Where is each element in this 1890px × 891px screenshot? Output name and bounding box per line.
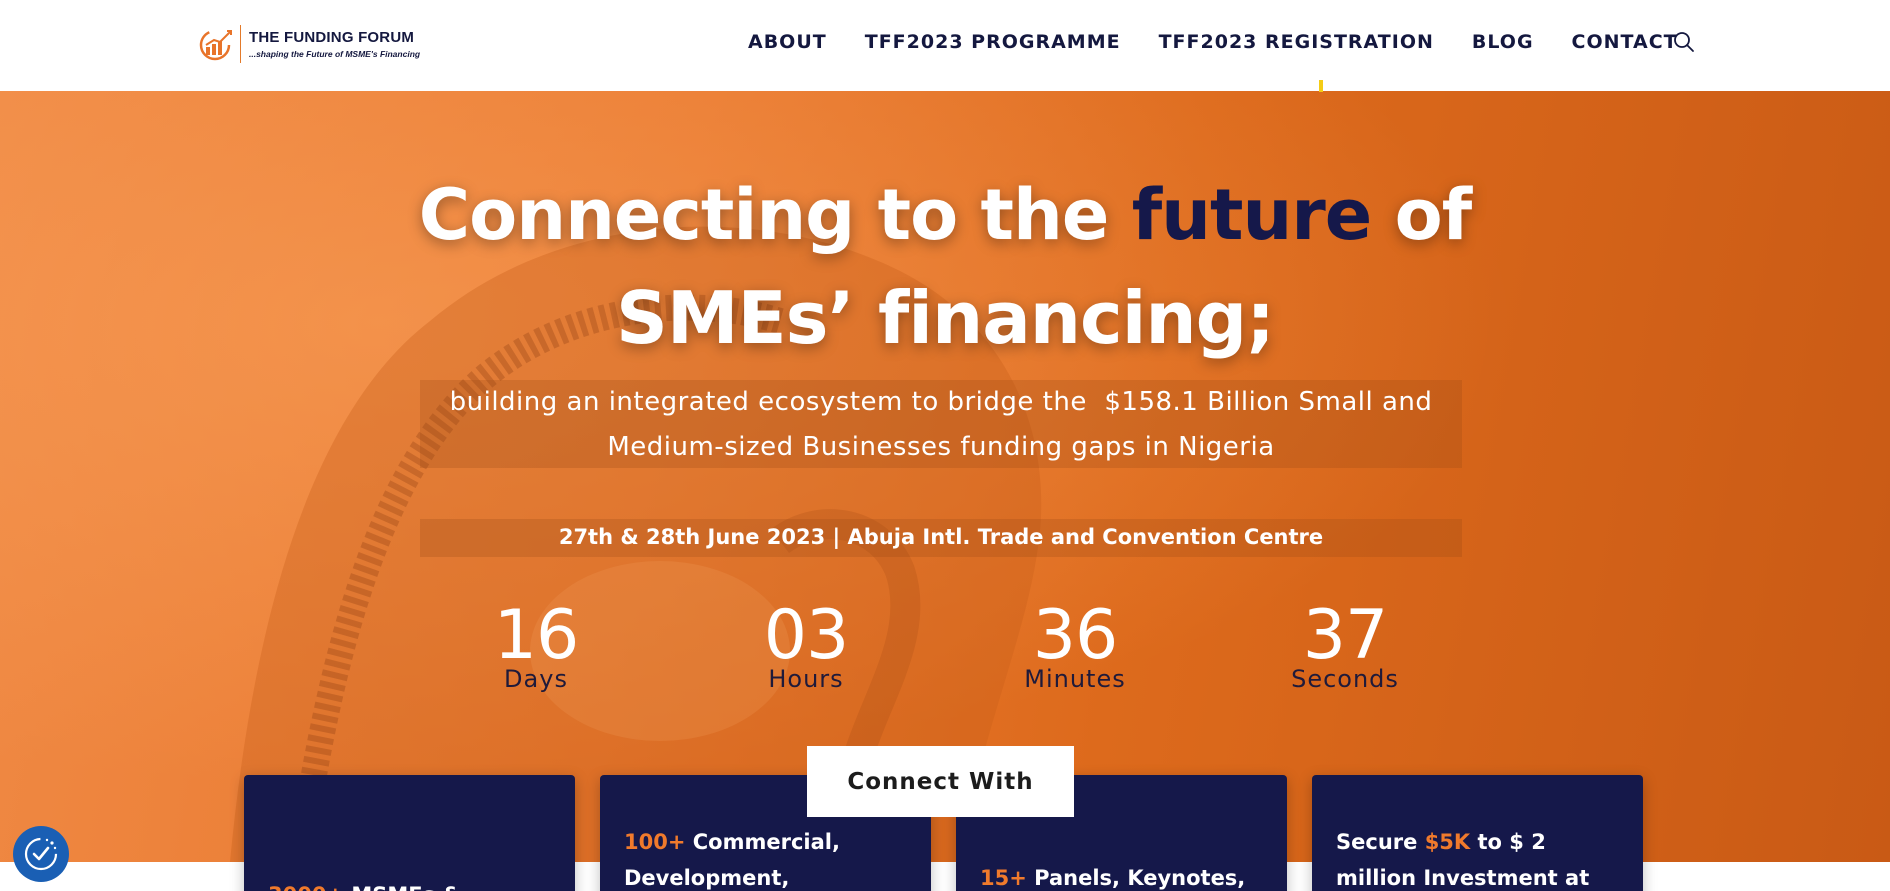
headline-accent: future xyxy=(1131,174,1373,256)
card-body: Panels, Keynotes, xyxy=(1026,866,1246,890)
feature-card-msmes[interactable]: 3000+ MSMEs & xyxy=(244,775,575,891)
card-highlight: $5K xyxy=(1424,830,1471,854)
subtitle-line1: building an integrated ecosystem to brid… xyxy=(449,387,1433,417)
hero-subtitle: building an integrated ecosystem to brid… xyxy=(420,380,1462,470)
event-info: 27th & 28th June 2023 | Abuja Intl. Trad… xyxy=(558,525,1324,549)
hero-headline-line1: Connecting to the future of xyxy=(0,174,1890,256)
countdown-seconds: 37 Seconds xyxy=(1245,596,1445,694)
cookie-consent-icon[interactable] xyxy=(13,826,69,882)
nav-blog[interactable]: BLOG xyxy=(1472,31,1534,53)
card-body: MSMEs & xyxy=(344,883,460,891)
card-prefix: Secure xyxy=(1336,830,1425,854)
hero-headline-line2: SMEs’ financing; xyxy=(615,276,1275,360)
feature-card-investment[interactable]: Secure $5K to $ 2 million Investment at xyxy=(1312,775,1643,891)
card-text: 100+ Commercial, Development, xyxy=(624,824,914,891)
minutes-value: 36 xyxy=(1032,596,1119,675)
card-highlight: 3000+ xyxy=(268,883,344,891)
nav-programme[interactable]: TFF2023 PROGRAMME xyxy=(865,31,1121,53)
card-text: Secure $5K to $ 2 million Investment at xyxy=(1336,824,1626,891)
search-icon[interactable] xyxy=(1672,30,1696,54)
card-highlight: 100+ xyxy=(624,830,686,854)
logo-chart-icon xyxy=(198,25,236,63)
nav-active-indicator xyxy=(1319,80,1323,92)
card-text: 15+ Panels, Keynotes, xyxy=(980,860,1270,891)
nav-contact[interactable]: CONTACT xyxy=(1572,31,1678,53)
countdown-minutes: 36 Minutes xyxy=(975,596,1175,694)
nav-about[interactable]: ABOUT xyxy=(748,31,827,53)
days-value: 16 xyxy=(493,596,580,675)
logo-title: THE FUNDING FORUM xyxy=(249,29,415,46)
main-nav: ABOUT TFF2023 PROGRAMME TFF2023 REGISTRA… xyxy=(748,31,1678,53)
logo-tagline: ...shaping the Future of MSME's Financin… xyxy=(249,49,421,59)
connect-with-label: Connect With xyxy=(847,768,1034,795)
seconds-value: 37 xyxy=(1302,596,1389,675)
countdown-hours: 03 Hours xyxy=(706,596,906,694)
logo[interactable]: THE FUNDING FORUM ...shaping the Future … xyxy=(198,24,420,64)
card-highlight: 15+ xyxy=(980,866,1027,890)
subtitle-line2: Medium-sized Businesses funding gaps in … xyxy=(607,432,1275,462)
headline-text: Connecting to the xyxy=(418,174,1132,256)
card-text: 3000+ MSMEs & xyxy=(268,877,558,891)
nav-registration[interactable]: TFF2023 REGISTRATION xyxy=(1159,31,1434,53)
seconds-label: Seconds xyxy=(1291,665,1399,693)
days-label: Days xyxy=(504,665,568,693)
logo-divider xyxy=(240,25,241,63)
hours-value: 03 xyxy=(763,596,850,675)
hours-label: Hours xyxy=(768,665,844,693)
headline-text-end: of xyxy=(1371,174,1473,256)
connect-with-button[interactable]: Connect With xyxy=(807,746,1074,817)
minutes-label: Minutes xyxy=(1024,665,1126,693)
site-header: THE FUNDING FORUM ...shaping the Future … xyxy=(0,0,1890,91)
countdown-days: 16 Days xyxy=(436,596,636,694)
